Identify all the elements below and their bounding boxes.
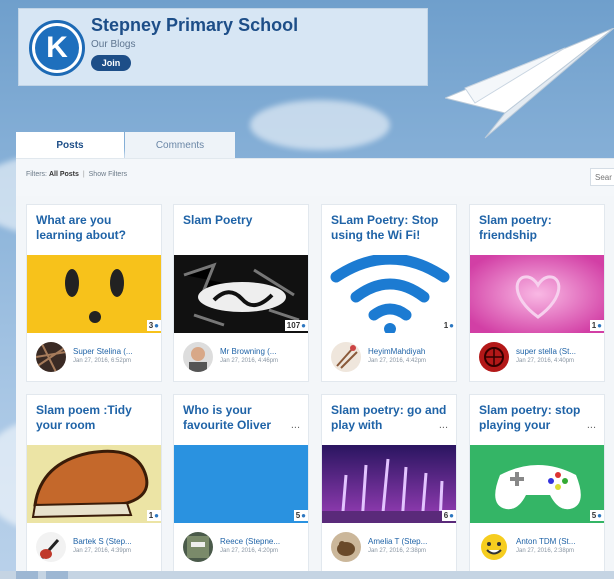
comment-icon: ● [301,321,306,330]
comment-icon: ● [301,511,306,520]
more-options-icon[interactable]: ... [439,419,448,431]
post-title[interactable]: Slam Poetry [183,213,303,228]
school-logo[interactable]: K [29,20,85,76]
post-image-wifi-symbol[interactable]: 1 ● [322,255,456,333]
author-name[interactable]: HeyimMahdiyah [368,347,454,356]
post-tabs: Posts Comments [16,132,236,158]
author-name[interactable]: Reece (Stepne... [220,537,306,546]
author-avatar[interactable] [36,532,66,562]
post-date: Jan 27, 2016, 4:20pm [220,548,279,554]
search-input[interactable] [590,168,614,186]
comment-count-badge: 1 ● [589,320,604,331]
post-card[interactable]: Slam poetry: stop playing your ... 5 ● A… [469,394,605,572]
comment-icon: ● [154,321,159,330]
comment-count: 1 [443,321,449,330]
author-avatar[interactable] [36,342,66,372]
author-name[interactable]: Mr Browning (... [220,347,306,356]
comment-count-badge: 3 ● [146,320,161,331]
comment-count-badge: 5 ● [589,510,604,521]
post-image-blue-square[interactable]: 5 ● [174,445,308,523]
comment-count: 1 [591,321,597,330]
post-title[interactable]: Slam poetry: stop playing your [479,403,599,433]
author-avatar[interactable] [479,342,509,372]
author-name[interactable]: Anton TDM (St... [516,537,602,546]
post-card[interactable]: Slam Poetry 107 ● Mr Browning (... Jan 2… [173,204,309,382]
comment-count-badge: 6 ● [441,510,456,521]
post-image-fountain-lights[interactable]: 6 ● [322,445,456,523]
post-card[interactable]: Slam poetry: go and play with ... 6 ● Am… [321,394,457,572]
filter-all-posts[interactable]: All Posts [49,171,79,178]
post-title[interactable]: SLam Poetry: Stop using the Wi Fi! [331,213,451,243]
post-image-yellow-face[interactable]: 3 ● [27,255,161,333]
school-name[interactable]: Stepney Primary School [91,15,298,36]
post-card[interactable]: Slam poetry: friendship 1 ● super stella… [469,204,605,382]
post-date: Jan 27, 2016, 4:39pm [73,548,132,554]
tab-comments[interactable]: Comments [125,132,235,158]
comment-icon: ● [597,321,602,330]
post-date: Jan 27, 2016, 4:40pm [516,358,575,364]
post-card[interactable]: Who is your favourite Oliver ... 5 ● Ree… [173,394,309,572]
taskbar [0,571,614,579]
background-cloud [250,100,390,150]
post-date: Jan 27, 2016, 4:42pm [368,358,427,364]
post-card[interactable]: What are you learning about? 3 ● Super S… [26,204,162,382]
comment-icon: ● [449,321,454,330]
post-title[interactable]: What are you learning about? [36,213,156,243]
join-button[interactable]: Join [91,55,131,71]
comment-count: 1 [148,511,154,520]
comment-count-badge: 1 ● [146,510,161,521]
taskbar-button[interactable] [46,571,68,579]
post-date: Jan 27, 2016, 6:52pm [73,358,132,364]
author-name[interactable]: super stella (St... [516,347,602,356]
post-title[interactable]: Slam poetry: friendship [479,213,599,243]
comment-icon: ● [597,511,602,520]
author-avatar[interactable] [479,532,509,562]
filters-prefix: Filters: [26,171,47,178]
post-image-slam-logo[interactable]: 107 ● [174,255,308,333]
paper-plane-icon [445,28,614,139]
post-date: Jan 27, 2016, 2:38pm [516,548,575,554]
more-options-icon[interactable]: ... [587,419,596,431]
post-title[interactable]: Slam poetry: go and play with [331,403,451,433]
post-image-pink-heart[interactable]: 1 ● [470,255,604,333]
comment-count: 5 [591,511,597,520]
comment-count-badge: 107 ● [284,320,308,331]
post-date: Jan 27, 2016, 2:38pm [368,548,427,554]
author-name[interactable]: Super Stelina (... [73,347,159,356]
tab-posts[interactable]: Posts [16,132,124,158]
post-image-game-controller[interactable]: 5 ● [470,445,604,523]
post-title[interactable]: Who is your favourite Oliver [183,403,303,433]
author-avatar[interactable] [331,532,361,562]
comment-count-badge: 1 ● [441,320,456,331]
post-title[interactable]: Slam poem :Tidy your room [36,403,156,433]
author-name[interactable]: Amelia T (Step... [368,537,454,546]
filters-bar: Filters: All Posts | Show Filters [16,158,614,197]
author-avatar[interactable] [183,342,213,372]
author-name[interactable]: Bartek S (Step... [73,537,159,546]
post-date: Jan 27, 2016, 4:46pm [220,358,279,364]
author-avatar[interactable] [331,342,361,372]
more-options-icon[interactable]: ... [291,419,300,431]
logo-letter: K [35,26,79,70]
filters-row: Filters: All Posts | Show Filters [26,171,127,178]
show-filters-link[interactable]: Show Filters [89,171,128,178]
post-image-cartoon-shoe[interactable]: 1 ● [27,445,161,523]
comment-count: 5 [295,511,301,520]
post-card[interactable]: Slam poem :Tidy your room 1 ● Bartek S (… [26,394,162,572]
filters-divider: | [82,171,85,178]
posts-grid: What are you learning about? 3 ● Super S… [16,196,614,572]
comment-icon: ● [154,511,159,520]
comment-icon: ● [449,511,454,520]
comment-count-badge: 5 ● [293,510,308,521]
author-avatar[interactable] [183,532,213,562]
comment-count: 107 [286,321,301,330]
school-subtitle: Our Blogs [91,39,136,50]
school-header: K Stepney Primary School Our Blogs Join [18,8,428,86]
post-card[interactable]: SLam Poetry: Stop using the Wi Fi! 1 ● H… [321,204,457,382]
taskbar-button[interactable] [16,571,38,579]
comment-count: 6 [443,511,449,520]
comment-count: 3 [148,321,154,330]
